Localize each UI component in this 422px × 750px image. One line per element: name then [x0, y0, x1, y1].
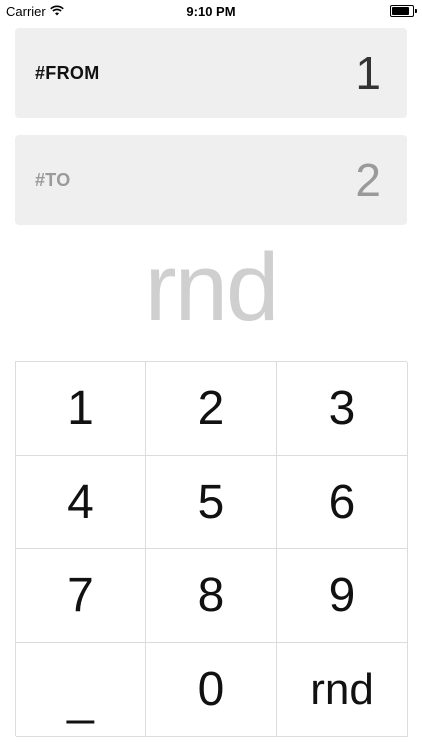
key-6[interactable]: 6: [277, 456, 408, 549]
battery-icon: [390, 5, 417, 17]
key-underscore[interactable]: _: [16, 643, 146, 737]
keypad: 1 2 3 4 5 6 7 8 9 _ 0 rnd: [15, 361, 408, 737]
from-value: 1: [355, 47, 381, 99]
key-rnd[interactable]: rnd: [277, 643, 408, 737]
key-3[interactable]: 3: [277, 362, 408, 456]
key-7[interactable]: 7: [16, 549, 146, 643]
from-field[interactable]: #FROM 1: [15, 28, 407, 118]
key-9[interactable]: 9: [277, 549, 408, 643]
from-label: #FROM: [35, 62, 100, 83]
key-2[interactable]: 2: [146, 362, 277, 456]
key-1[interactable]: 1: [16, 362, 146, 456]
key-0[interactable]: 0: [146, 643, 277, 737]
status-right: [390, 5, 417, 17]
status-bar: Carrier 9:10 PM: [0, 0, 422, 22]
to-label: #TO: [35, 169, 71, 190]
key-8[interactable]: 8: [146, 549, 277, 643]
key-5[interactable]: 5: [146, 456, 277, 549]
to-value: 2: [355, 154, 381, 206]
result-display: rnd: [144, 234, 280, 341]
app-screen: Carrier 9:10 PM #FROM 1 #TO 2 rnd 1 2 3 …: [0, 0, 422, 750]
key-4[interactable]: 4: [16, 456, 146, 549]
to-field[interactable]: #TO 2: [15, 135, 407, 225]
status-time: 9:10 PM: [186, 4, 236, 19]
